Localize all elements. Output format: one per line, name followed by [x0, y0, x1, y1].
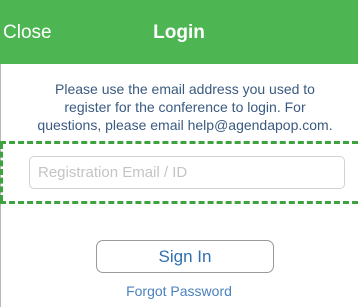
instructions-line-3: questions, please email help@agendapop.c…	[37, 117, 333, 133]
highlight-border-top	[0, 141, 358, 144]
highlight-border-left	[0, 143, 3, 201]
forgot-password-link[interactable]: Forgot Password	[0, 282, 358, 300]
registration-email-input[interactable]	[29, 156, 345, 189]
instructions-line-1: Please use the email address you used to	[55, 81, 315, 97]
sign-in-button[interactable]: Sign In	[96, 240, 274, 273]
nav-header: Close Login	[0, 0, 358, 64]
page-title: Login	[153, 22, 205, 43]
close-button[interactable]: Close	[3, 21, 52, 45]
login-instructions: Please use the email address you used to…	[12, 80, 358, 134]
instructions-line-2: register for the conference to login. Fo…	[64, 99, 306, 115]
highlight-border-bottom	[0, 201, 358, 204]
